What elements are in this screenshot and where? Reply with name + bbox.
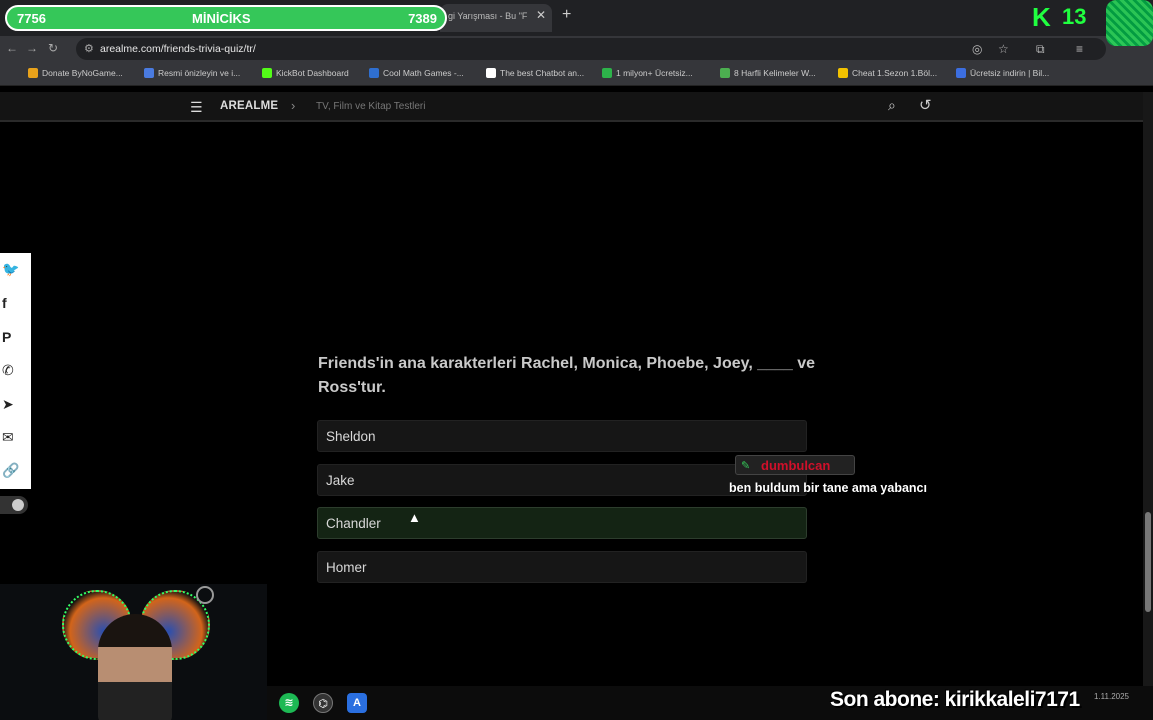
hamburger-menu-icon[interactable]: ☰ (190, 99, 203, 116)
quiz-question: Friends'in ana karakterleri Rachel, Moni… (318, 355, 816, 396)
history-icon[interactable]: ↺ (919, 96, 932, 114)
scrollbar-thumb[interactable] (1145, 512, 1151, 612)
bookmark-item[interactable]: KickBot Dashboard (262, 68, 349, 78)
kick-count: 13 (1062, 4, 1087, 29)
new-tab-button[interactable]: + (562, 6, 571, 24)
reload-icon[interactable]: ↻ (48, 41, 58, 55)
bookmark-icon (602, 68, 612, 78)
chevron-right-icon: › (291, 98, 296, 113)
pinterest-icon[interactable]: P (0, 321, 31, 354)
bookmark-icon (369, 68, 379, 78)
menu-icon[interactable]: ≡ (1076, 42, 1083, 56)
ring-light (196, 586, 214, 604)
answer-option[interactable]: Chandler (317, 507, 807, 539)
eye-off-icon[interactable]: ◎ (972, 42, 982, 56)
store-icon[interactable]: A (347, 693, 367, 713)
streamer (98, 614, 172, 720)
url-text: arealme.com/friends-trivia-quiz/tr/ (100, 43, 256, 55)
forward-icon[interactable]: → (26, 41, 38, 55)
bookmark-icon (956, 68, 966, 78)
bar-right-value: 7389 (408, 11, 437, 26)
bookmark-item[interactable]: 8 Harfli Kelimeler W... (720, 68, 816, 78)
search-icon[interactable]: ⌕ (888, 97, 896, 114)
bookmark-icon (486, 68, 496, 78)
back-icon[interactable]: ← (6, 41, 18, 55)
bookmark-item[interactable]: Cheat 1.Sezon 1.Böl... (838, 68, 937, 78)
bookmark-item[interactable]: 1 milyon+ Ücretsiz... (602, 68, 693, 78)
taskbar-clock: 1.11.2025 (1094, 692, 1129, 701)
bookmark-icon (28, 68, 38, 78)
mouse-cursor-icon: ▲ (408, 510, 421, 525)
chat-message: ben buldum bir tane ama yabancı (729, 481, 927, 495)
bookmark-icon (262, 68, 272, 78)
page-scrollbar[interactable] (1143, 92, 1153, 686)
bookmark-item[interactable]: Resmi önizleyin ve i... (144, 68, 240, 78)
tab-title: gi Yarışması - Bu "F (448, 11, 528, 21)
bookmark-item[interactable]: Ücretsiz indirin | Bil... (956, 68, 1049, 78)
bookmark-item[interactable]: Donate ByNoGame... (28, 68, 123, 78)
answer-option[interactable]: Homer (317, 551, 807, 583)
whatsapp-icon[interactable]: ✆ (0, 354, 31, 387)
overlay-decoration (1106, 0, 1153, 46)
webcam-feed (0, 584, 267, 720)
answer-option[interactable]: Sheldon (317, 420, 807, 452)
kick-logo-icon: K (1032, 2, 1051, 32)
bookmark-icon (838, 68, 848, 78)
chat-username-badge: ✎ dumbulcan (735, 455, 855, 475)
moon-icon (12, 499, 24, 511)
browser-tab[interactable]: gi Yarışması - Bu "F ✕ (440, 4, 552, 32)
breadcrumb[interactable]: TV, Film ve Kitap Testleri (316, 101, 425, 112)
bookmarks-bar: Donate ByNoGame... Resmi önizleyin ve i.… (0, 62, 1153, 86)
last-subscriber: Son abone: kirikkaleli7171 (830, 688, 1080, 711)
close-icon[interactable]: ✕ (536, 8, 546, 22)
bar-left-value: 7756 (17, 11, 46, 26)
pen-icon: ✎ (741, 460, 751, 472)
link-icon[interactable]: 🔗 (0, 454, 31, 487)
bookmark-icon (144, 68, 154, 78)
bookmark-icon (720, 68, 730, 78)
spotify-icon[interactable]: ≋ (279, 693, 299, 713)
bookmark-item[interactable]: Cool Math Games -... (369, 68, 464, 78)
theme-toggle[interactable] (0, 496, 28, 514)
email-icon[interactable]: ✉ (0, 421, 31, 454)
site-info-icon[interactable]: ⚙ (84, 42, 94, 55)
bookmark-item[interactable]: The best Chatbot an... (486, 68, 584, 78)
url-field[interactable]: ⚙ arealme.com/friends-trivia-quiz/tr/ ◎ … (76, 38, 1106, 60)
star-icon[interactable]: ☆ (998, 42, 1009, 56)
bar-title: MİNİCİKS (192, 11, 251, 26)
telegram-icon[interactable]: ➤ (0, 388, 31, 421)
site-header: ☰ AREALME › TV, Film ve Kitap Testleri ⌕… (0, 92, 1143, 122)
twitter-icon[interactable]: 🐦 (0, 253, 31, 286)
share-sidebar: 🐦 f P ✆ ➤ ✉ 🔗 (0, 253, 31, 489)
app-icon[interactable]: ⌬ (313, 693, 333, 713)
stream-progress-bar: 7756 MİNİCİKS 7389 (5, 5, 447, 31)
extensions-icon[interactable]: ⧉ (1036, 42, 1045, 57)
facebook-icon[interactable]: f (0, 287, 31, 320)
site-logo[interactable]: AREALME (220, 100, 278, 112)
address-bar: ← → ↻ ⚙ arealme.com/friends-trivia-quiz/… (0, 36, 1153, 62)
